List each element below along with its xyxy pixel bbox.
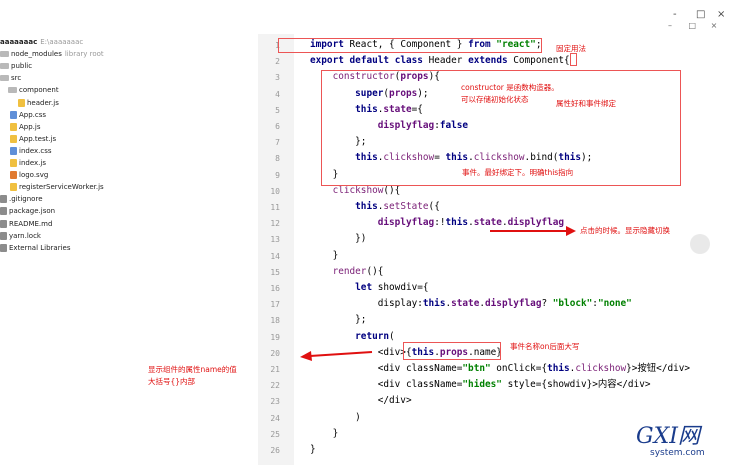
watermark-logo: GXI网 system.com: [636, 426, 735, 465]
watermark-brand: GXI网: [636, 424, 700, 449]
arrow-toggle: [490, 226, 576, 236]
annotation-arrows: [300, 226, 576, 361]
arrow-show-name: [300, 351, 373, 361]
watermark-domain: system.com: [650, 448, 705, 458]
